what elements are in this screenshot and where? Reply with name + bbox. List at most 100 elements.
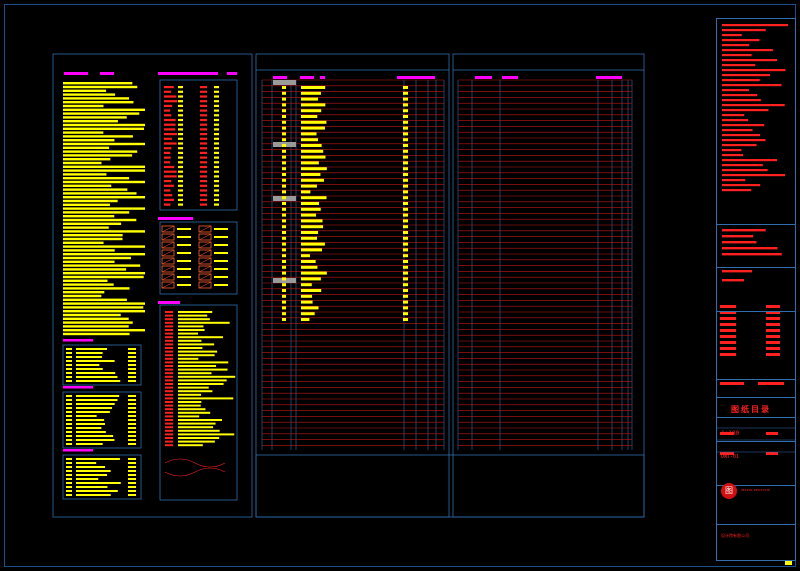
symbol-mark [200, 90, 207, 93]
legend-text [76, 411, 110, 413]
legend-code [66, 478, 72, 480]
hatch-diagonal [198, 257, 212, 265]
list-size [403, 97, 408, 101]
annot-symbol [165, 339, 173, 342]
list-size [403, 202, 408, 205]
notes-line [63, 237, 123, 241]
notes-line [63, 298, 127, 301]
legend-header [63, 449, 93, 452]
legend-code [66, 395, 72, 397]
annot-symbol [165, 347, 173, 349]
annot-text [178, 429, 220, 432]
list-no [282, 277, 286, 281]
notes-line [63, 332, 130, 336]
legend-code [66, 376, 72, 378]
annot-symbol [165, 383, 173, 385]
symbol-mark [200, 151, 207, 154]
annot-text [178, 411, 211, 414]
legend-text [76, 403, 115, 405]
list-no [282, 126, 286, 130]
annot-text [178, 386, 209, 389]
notes-line [63, 177, 130, 180]
legend-code [66, 443, 72, 445]
list-no [282, 271, 286, 275]
legend-text [76, 478, 99, 480]
list-name [301, 173, 321, 176]
legend-text [76, 435, 114, 437]
list-name [301, 167, 327, 171]
notes-line [63, 325, 129, 328]
notes-line [63, 85, 138, 89]
symbol-code [178, 104, 183, 107]
annot-symbol [165, 408, 173, 411]
notes-line [63, 97, 130, 100]
legend-value [128, 439, 136, 441]
list-no [282, 173, 286, 176]
notes-line [63, 329, 145, 332]
notes-line [63, 249, 115, 252]
legend-code [66, 399, 72, 401]
notes-line [63, 321, 133, 324]
list-no [282, 190, 286, 194]
annot-text [178, 383, 224, 385]
list-name [301, 242, 325, 246]
legend-value [128, 431, 136, 433]
symbol-code [178, 114, 183, 117]
hatch-label [214, 228, 228, 230]
list-no [282, 132, 286, 136]
hatch-label [177, 236, 191, 238]
legend-value [128, 403, 136, 405]
notes-line [63, 169, 145, 172]
list-no [282, 289, 286, 292]
annot-text [178, 426, 214, 429]
notes-line [63, 154, 133, 157]
symbol-mark [200, 189, 207, 192]
legend-code [66, 439, 72, 441]
hatch-diagonal [161, 265, 175, 273]
legend-value [128, 372, 136, 374]
legend-text [76, 423, 105, 425]
annot-symbol [165, 422, 173, 425]
annot-symbol [165, 325, 173, 328]
list-size [403, 173, 408, 176]
hatch-diagonal [161, 281, 175, 289]
hatch-diagonal [161, 273, 175, 281]
legend-value [128, 435, 136, 437]
hatch-label [214, 268, 228, 270]
list-name [301, 126, 325, 130]
notes-line [63, 234, 123, 237]
list-no [282, 213, 286, 217]
notes-line [63, 142, 145, 146]
list-name [301, 318, 310, 321]
annot-symbol [165, 343, 173, 346]
list-size [403, 167, 408, 171]
list-name [301, 86, 326, 89]
annot-text [178, 357, 199, 360]
list-size [403, 120, 408, 124]
title-block-scale: 1:100 [721, 430, 740, 437]
symbol-code [178, 189, 183, 192]
symbol-mark [200, 170, 207, 173]
annot-text [178, 325, 204, 328]
hatch-label [214, 252, 228, 254]
notes-line [63, 218, 137, 222]
list-name [301, 97, 318, 101]
symbol-mark [200, 109, 207, 112]
list-no [282, 265, 286, 269]
list-size [403, 184, 408, 188]
list2-col-header [596, 76, 622, 79]
symbol-mark [200, 137, 207, 140]
list-no [282, 219, 286, 223]
symbol-code [178, 109, 183, 112]
list-name [301, 132, 317, 136]
symbol-code [178, 137, 183, 140]
list-name [301, 271, 327, 275]
legend-value [128, 423, 136, 425]
list-size [403, 289, 408, 292]
list-name [301, 236, 317, 240]
symbol-code [214, 147, 219, 150]
symbol-mark [164, 100, 178, 103]
list-size [403, 242, 408, 246]
legend-value [128, 443, 136, 445]
list-name [301, 283, 312, 287]
